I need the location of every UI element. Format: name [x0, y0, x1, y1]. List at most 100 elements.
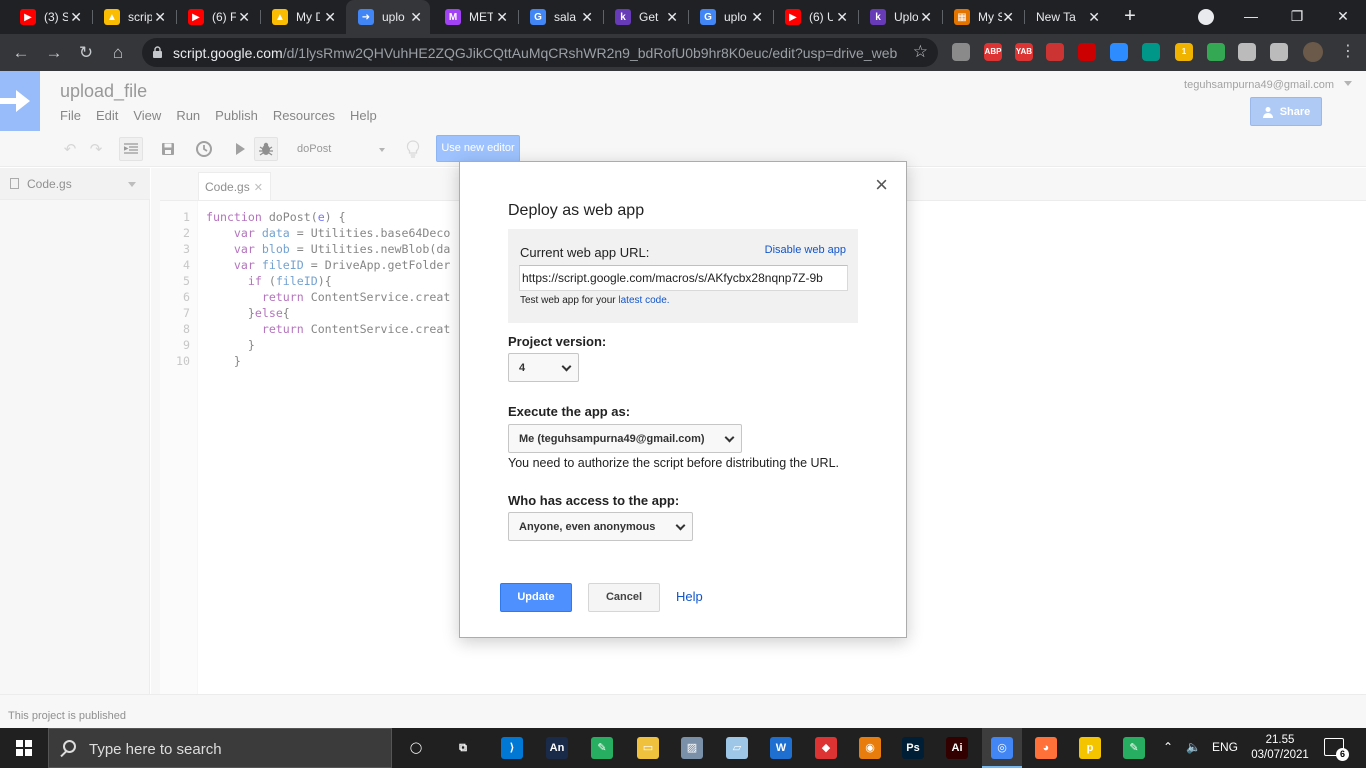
browser-tab[interactable]: ▦ My S ✕	[942, 0, 1022, 34]
disable-web-app-link[interactable]: Disable web app	[765, 244, 846, 256]
browser-tab[interactable]: M MET ✕	[433, 0, 516, 34]
restore-icon[interactable]: ❐	[1274, 0, 1320, 32]
extension-icon[interactable]: 1	[1175, 43, 1193, 61]
app-red-icon[interactable]: ◆	[815, 737, 837, 759]
test-web-app-text: Test web app for your latest code.	[520, 295, 670, 306]
extension-icon[interactable]	[1270, 43, 1288, 61]
profile-avatar[interactable]	[1303, 42, 1323, 62]
browser-tab[interactable]: ▶ (6) U ✕	[773, 0, 856, 34]
close-tab-icon[interactable]: ✕	[238, 9, 250, 25]
browser-tab[interactable]: k Get ✕	[603, 0, 686, 34]
photo-app-icon[interactable]: ▨	[681, 737, 703, 759]
illustrator-icon[interactable]: Ai	[946, 737, 968, 759]
extension-icon[interactable]	[1078, 43, 1096, 61]
tab-separator	[518, 10, 519, 24]
minimize-icon[interactable]: —	[1228, 0, 1274, 32]
close-window-icon[interactable]: ✕	[1320, 0, 1366, 32]
volume-icon[interactable]: 🔈	[1186, 740, 1201, 754]
tab-separator	[858, 10, 859, 24]
windows-start-icon[interactable]	[16, 740, 32, 756]
photoshop-icon[interactable]: Ps	[902, 737, 924, 759]
browser-tab[interactable]: Gsala ✕	[518, 0, 601, 34]
app-w-icon[interactable]: W	[770, 737, 792, 759]
extension-icon[interactable]	[1207, 43, 1225, 61]
apps-script-icon: ➜	[358, 9, 374, 25]
close-icon[interactable]: ×	[875, 173, 888, 197]
system-clock[interactable]: 21.55 03/07/2021	[1250, 733, 1310, 763]
reload-icon[interactable]: ↻	[73, 40, 99, 66]
app-green-icon[interactable]: ✎	[1123, 737, 1145, 759]
close-tab-icon[interactable]: ✕	[836, 9, 848, 25]
close-tab-icon[interactable]: ✕	[920, 9, 932, 25]
browser-menu-icon[interactable]: ⋮	[1340, 42, 1356, 62]
vscode-icon[interactable]: ⟩	[501, 737, 523, 759]
extension-icon[interactable]	[952, 43, 970, 61]
web-app-url-field[interactable]: https://script.google.com/macros/s/AKfyc…	[519, 265, 848, 291]
extension-icon[interactable]	[1046, 43, 1064, 61]
editor-app-icon[interactable]: ✎	[591, 737, 613, 759]
home-icon[interactable]: ⌂	[105, 40, 131, 66]
windows-taskbar: Type here to search ◯ ⧉ ⟩ An ✎ ▭ ▨ ▱ W ◆ ◉ Ps Ai ◎ ◕ p ✎…	[0, 728, 1366, 768]
file-explorer-icon[interactable]: ▭	[637, 737, 659, 759]
android-studio-icon[interactable]: An	[546, 737, 568, 759]
close-tab-icon[interactable]: ✕	[410, 9, 422, 25]
extension-icon[interactable]: YAB	[1015, 43, 1033, 61]
firefox-icon[interactable]: ◕	[1035, 737, 1057, 759]
update-button[interactable]: Update	[500, 583, 572, 612]
extension-icon[interactable]	[1238, 43, 1256, 61]
language-indicator[interactable]: ENG	[1212, 740, 1238, 754]
close-tab-icon[interactable]: ✕	[70, 9, 82, 25]
cortana-icon[interactable]: ◯	[405, 737, 427, 759]
extension-icon[interactable]	[1142, 43, 1160, 61]
close-tab-icon[interactable]: ✕	[666, 9, 678, 25]
clock-date: 03/07/2021	[1251, 749, 1309, 761]
browser-tab-title: (6) U	[809, 10, 833, 24]
browser-tab[interactable]: Guplo ✕	[688, 0, 771, 34]
chevron-down-icon	[724, 432, 735, 443]
blender-icon[interactable]: ◉	[859, 737, 881, 759]
chrome-icon[interactable]: ◎	[991, 737, 1013, 759]
bookmark-star-icon[interactable]: ☆	[913, 42, 928, 62]
app-yellow-icon[interactable]: p	[1079, 737, 1101, 759]
cancel-button[interactable]: Cancel	[588, 583, 660, 612]
new-tab-icon[interactable]: +	[1119, 5, 1141, 27]
close-tab-icon[interactable]: ✕	[581, 9, 593, 25]
notification-center-icon[interactable]: 6	[1324, 738, 1349, 761]
google-icon: G	[530, 9, 546, 25]
close-tab-icon[interactable]: ✕	[1088, 9, 1100, 25]
browser-tab[interactable]: ▲ scrip ✕	[92, 0, 174, 34]
browser-tab[interactable]: ▶ (6) F ✕	[176, 0, 258, 34]
browser-tab[interactable]: ▶ (3) S ✕	[8, 0, 90, 34]
close-tab-icon[interactable]: ✕	[324, 9, 336, 25]
browser-tab[interactable]: ▲ My D ✕	[260, 0, 344, 34]
close-tab-icon[interactable]: ✕	[751, 9, 763, 25]
back-icon[interactable]: ←	[8, 40, 34, 66]
latest-code-link[interactable]: latest code.	[618, 295, 669, 306]
close-tab-icon[interactable]: ✕	[496, 9, 508, 25]
access-select[interactable]: Anyone, even anonymous	[508, 512, 693, 541]
notification-count: 6	[1336, 748, 1349, 761]
task-view-icon[interactable]: ⧉	[452, 737, 474, 759]
taskbar-search[interactable]: Type here to search	[48, 728, 392, 768]
browser-tab[interactable]: k Uplo ✕	[858, 0, 940, 34]
browser-tab[interactable]: New Tab ✕	[1024, 0, 1108, 34]
close-tab-icon[interactable]: ✕	[154, 9, 166, 25]
access-label: Who has access to the app:	[508, 493, 680, 508]
browser-tab-title: Uplo	[894, 10, 918, 24]
forward-icon[interactable]: →	[41, 40, 67, 66]
tab-separator	[773, 10, 774, 24]
browser-tab[interactable]: ➜ uplo ✕	[346, 0, 430, 34]
youtube-icon: ▶	[188, 9, 204, 25]
close-tab-icon[interactable]: ✕	[1002, 9, 1014, 25]
tab-search-icon[interactable]	[1198, 9, 1214, 25]
browser-tab-title: My D	[296, 10, 320, 24]
project-version-select[interactable]: 4	[508, 353, 579, 382]
execute-as-select[interactable]: Me (teguhsampurna49@gmail.com)	[508, 424, 742, 453]
help-link[interactable]: Help	[676, 589, 703, 604]
notes-app-icon[interactable]: ▱	[726, 737, 748, 759]
show-hidden-icons-icon[interactable]: ⌃	[1163, 740, 1173, 754]
address-bar[interactable]: script.google.com/d/1lysRmw2QHVuhHE2ZQGJ…	[142, 38, 938, 67]
extension-icon[interactable]	[1110, 43, 1128, 61]
extension-icon[interactable]: ABP	[984, 43, 1002, 61]
kodular-icon: k	[615, 9, 631, 25]
